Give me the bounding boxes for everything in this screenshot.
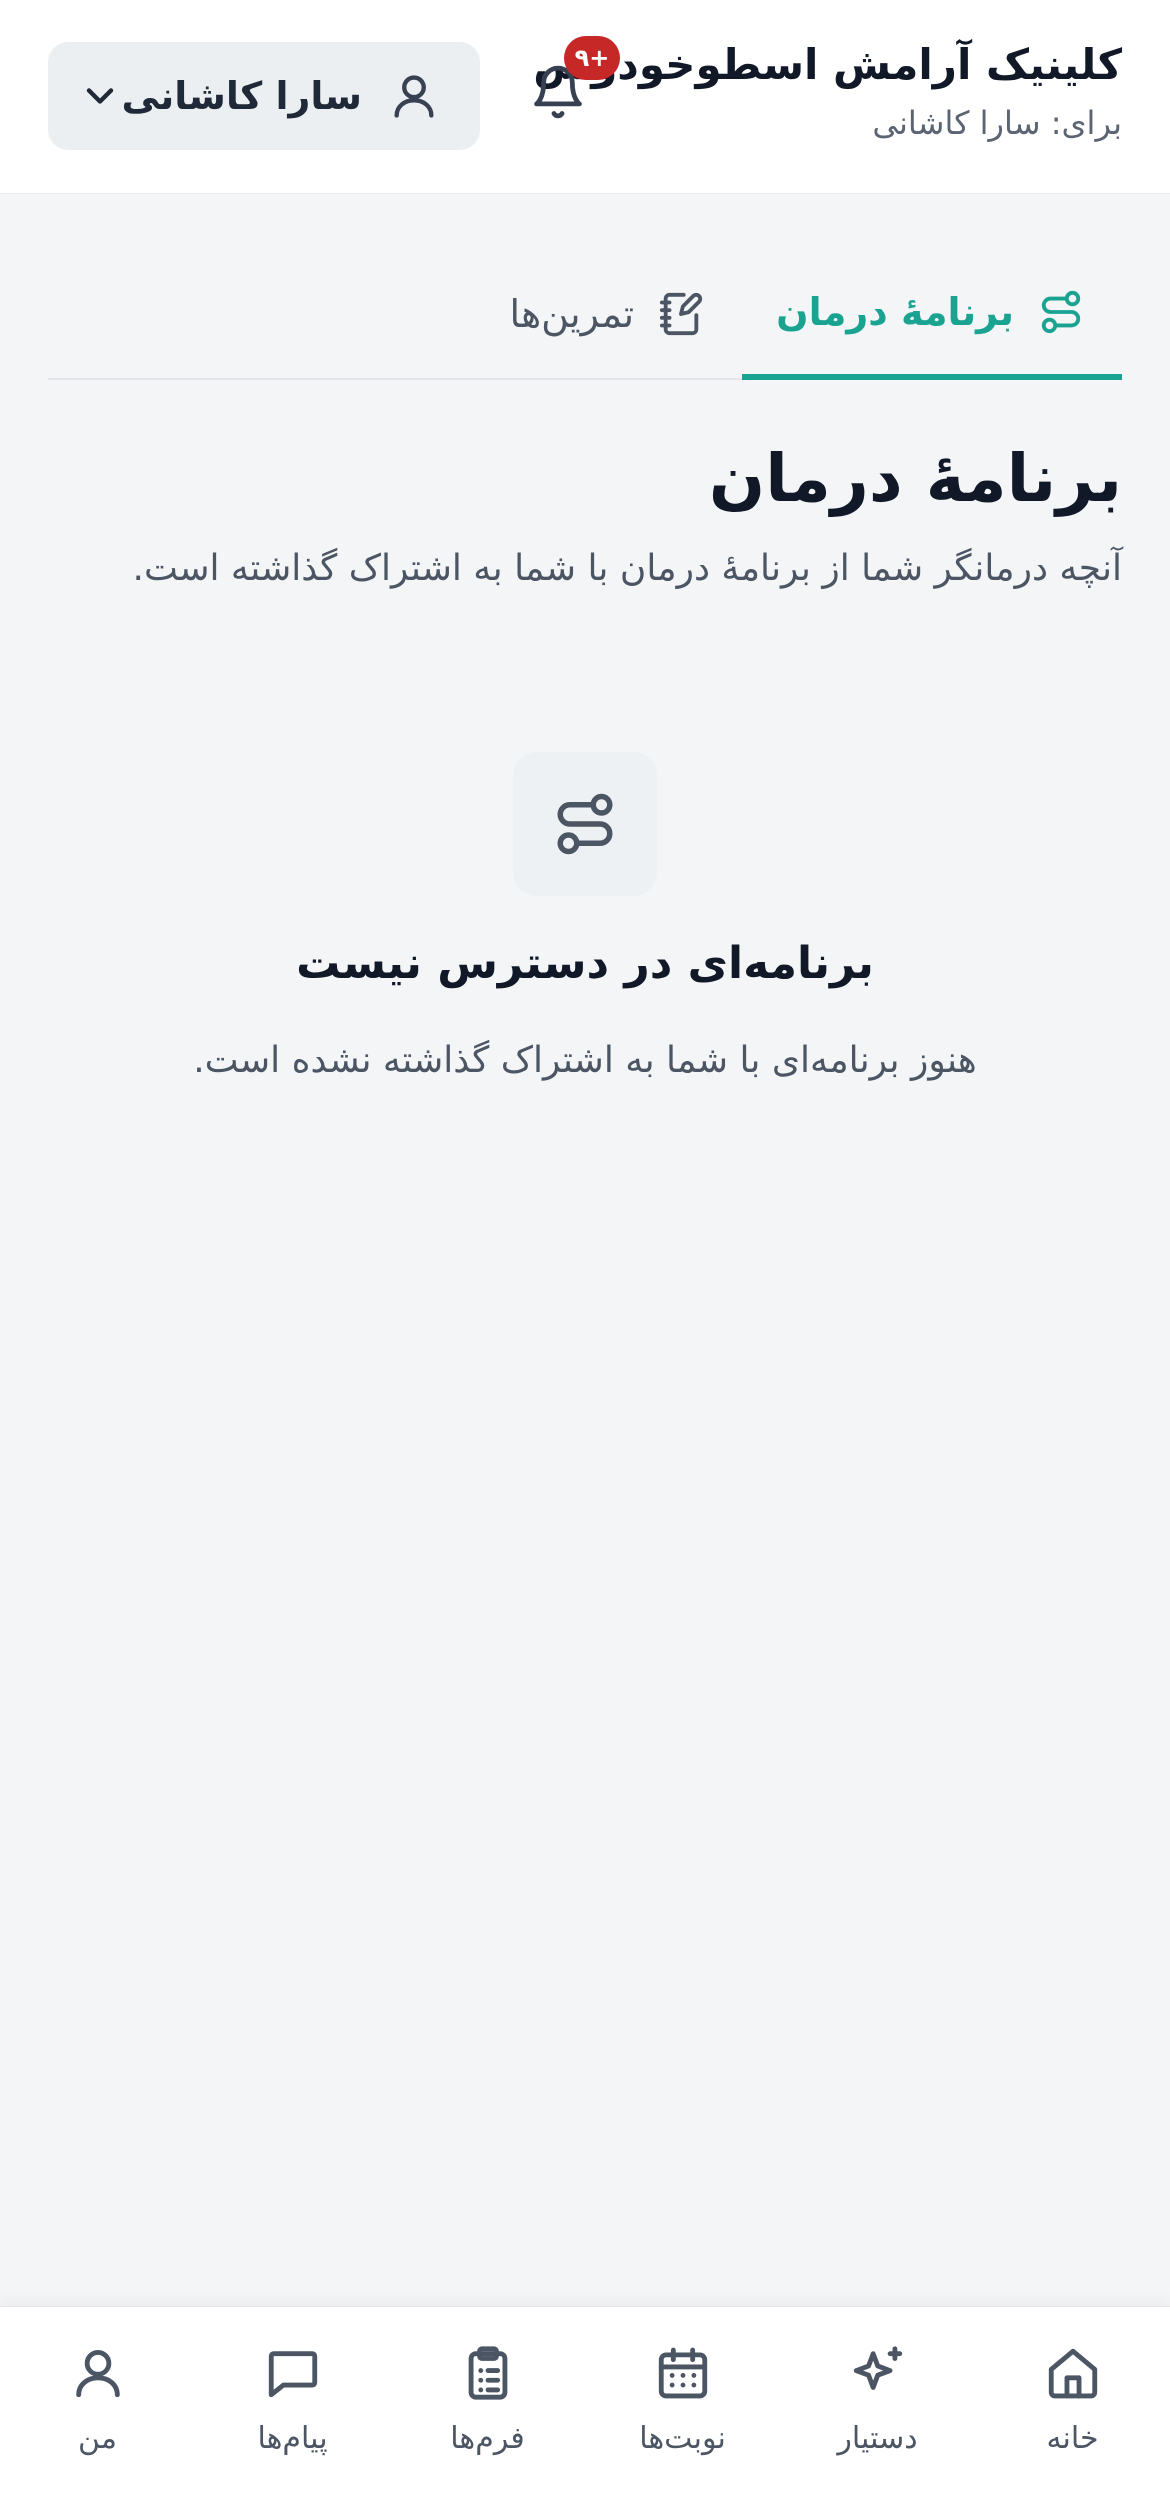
empty-state-icon-box — [513, 752, 657, 896]
notifications-button[interactable]: ۹+ — [520, 36, 620, 132]
nav-messages-label: پیام‌ها — [257, 2421, 328, 2456]
route-icon — [1038, 289, 1084, 335]
selected-user-name: سارا کاشانی — [121, 74, 363, 118]
user-selector-dropdown[interactable]: سارا کاشانی — [48, 42, 480, 150]
app-screen: کلینیک آرامش اسطوخودوس برای: سارا کاشانی… — [0, 0, 1170, 2496]
user-icon — [66, 2341, 130, 2405]
empty-state-title: برنامه‌ای در دسترس نیست — [296, 938, 874, 989]
tab-treatment-plan-label: برنامهٔ درمان — [776, 290, 1014, 334]
calendar-icon — [651, 2341, 715, 2405]
clipboard-icon — [456, 2341, 520, 2405]
clinic-name: کلینیک آرامش اسطوخودوس — [533, 40, 1122, 89]
nav-forms[interactable]: فرم‌ها — [390, 2307, 585, 2496]
nav-home[interactable]: خانه — [975, 2307, 1170, 2496]
tab-exercises-label: تمرین‌ها — [509, 292, 635, 336]
page-title: برنامهٔ درمان — [708, 440, 1122, 517]
content-tabs: برنامهٔ درمان تمرین‌ها — [48, 250, 1122, 380]
nav-appointments-label: نوبت‌ها — [639, 2421, 726, 2456]
notebook-pen-icon — [658, 291, 704, 337]
nav-profile[interactable]: من — [0, 2307, 195, 2496]
nav-assistant[interactable]: دستیار — [780, 2307, 975, 2496]
nav-assistant-label: دستیار — [837, 2421, 918, 2456]
chevron-down-icon — [78, 74, 122, 118]
nav-forms-label: فرم‌ها — [450, 2421, 525, 2456]
nav-messages[interactable]: پیام‌ها — [195, 2307, 390, 2496]
bottom-navigation: خانه دستیار نوبت‌ها — [0, 2306, 1170, 2496]
page-subtitle: آنچه درمانگر شما از برنامهٔ درمان با شما… — [132, 548, 1122, 589]
nav-profile-label: من — [78, 2421, 117, 2456]
tab-exercises[interactable]: تمرین‌ها — [476, 250, 743, 378]
user-icon — [388, 70, 440, 122]
empty-state-text: هنوز برنامه‌ای با شما به اشتراک گذاشته ن… — [193, 1040, 977, 1081]
sparkles-icon — [846, 2341, 910, 2405]
message-icon — [261, 2341, 325, 2405]
patient-for-label: برای: سارا کاشانی — [872, 104, 1122, 142]
tab-treatment-plan[interactable]: برنامهٔ درمان — [742, 250, 1122, 380]
notification-count-badge: ۹+ — [564, 36, 620, 80]
nav-appointments[interactable]: نوبت‌ها — [585, 2307, 780, 2496]
route-icon — [552, 791, 618, 857]
top-header: کلینیک آرامش اسطوخودوس برای: سارا کاشانی… — [0, 0, 1170, 194]
home-icon — [1041, 2341, 1105, 2405]
nav-home-label: خانه — [1046, 2421, 1099, 2456]
